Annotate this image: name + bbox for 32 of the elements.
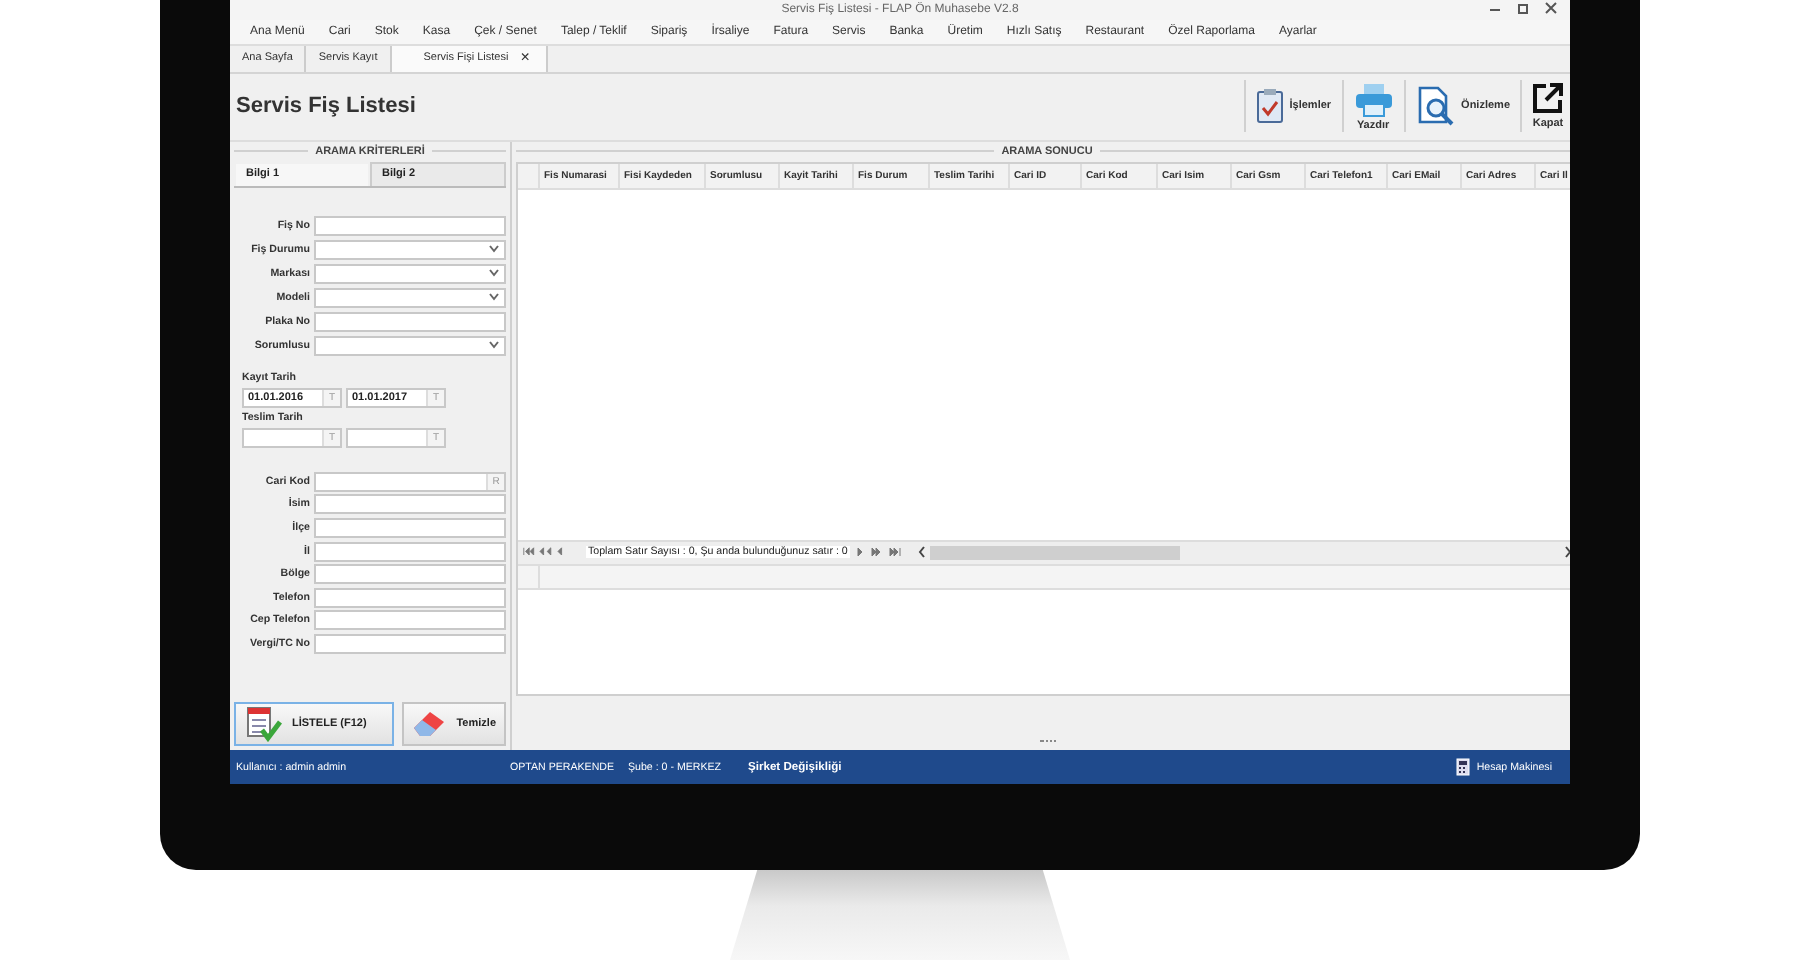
text-field[interactable] [314,610,506,631]
text-field[interactable] [314,215,506,236]
chevron-down-icon [488,292,500,303]
external-link-icon [1532,82,1564,115]
dropdown-field[interactable] [314,335,506,356]
text-field[interactable] [314,518,506,539]
splitter-grip[interactable] [1039,740,1055,745]
tab-close-button[interactable]: × [520,50,530,67]
text-field[interactable] [314,633,506,654]
dropdown-field[interactable] [314,287,506,308]
document-magnifier-icon [1415,86,1456,127]
scroll-right-icon[interactable] [1564,546,1570,559]
text-field[interactable] [314,587,506,608]
page-title: Servis Fiş Listesi [236,94,416,119]
text-field[interactable] [314,564,506,585]
horizontal-scrollbar[interactable] [917,544,1570,561]
calculator-icon [1456,758,1471,777]
clipboard-check-icon [1255,88,1284,125]
scroll-left-icon[interactable] [917,546,926,559]
text-field[interactable] [314,494,506,515]
printer-icon [1353,81,1394,118]
chevron-down-icon [488,244,500,255]
chevron-down-icon [488,268,500,279]
dropdown-field[interactable] [314,263,506,284]
list-check-icon [244,706,284,743]
eraser-icon [412,710,449,739]
chevron-down-icon [488,340,500,351]
dropdown-field[interactable] [314,239,506,260]
text-field[interactable] [314,311,506,332]
text-field[interactable] [314,541,506,562]
close-icon[interactable] [1544,2,1558,14]
restore-icon[interactable] [1516,2,1530,14]
